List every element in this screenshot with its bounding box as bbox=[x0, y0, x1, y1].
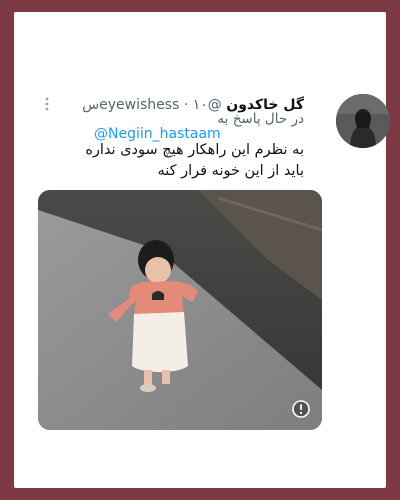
tweet-text: به نظرم این راهکار هیچ سودی نداره باید ا… bbox=[44, 140, 304, 182]
tweet-media[interactable] bbox=[38, 190, 322, 430]
more-vertical-icon[interactable] bbox=[42, 96, 52, 112]
alert-circle-icon[interactable] bbox=[292, 400, 310, 418]
separator-dot: · bbox=[183, 97, 189, 113]
tweet-card[interactable]: گل خاکدون @eyewishess · ۱۰س در حال پاسخ … bbox=[14, 12, 390, 488]
tweet-text-line: به نظرم این راهکار هیچ سودی نداره bbox=[85, 142, 304, 158]
reply-context: در حال پاسخ به bbox=[217, 111, 304, 127]
tweet-text-line: باید از این خونه فرار کنه bbox=[157, 163, 304, 179]
avatar[interactable] bbox=[336, 94, 390, 148]
reply-to-mention[interactable]: @Negiin_hastaam bbox=[94, 125, 221, 143]
